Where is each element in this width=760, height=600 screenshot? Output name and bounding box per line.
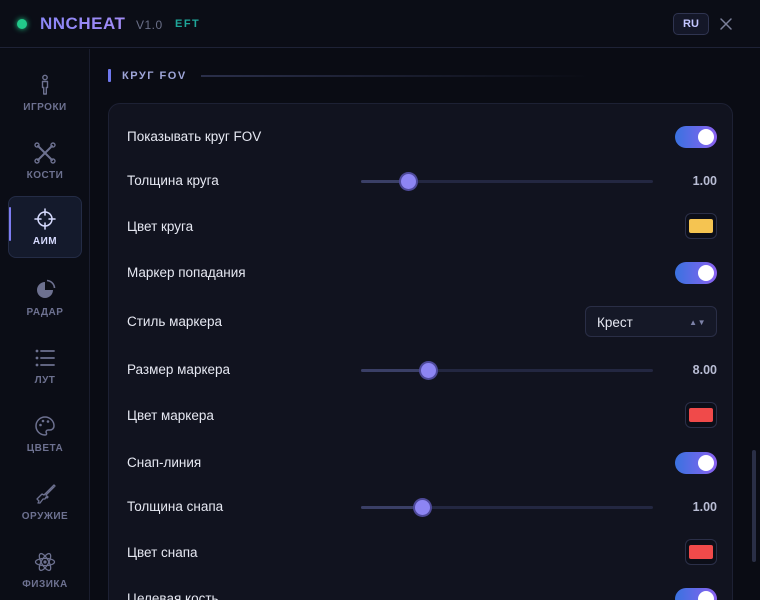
- slider-fill: [361, 506, 423, 509]
- slider-fill: [361, 369, 429, 372]
- slider-value: 1.00: [692, 174, 717, 188]
- sidebar-item-label: ЛУТ: [34, 375, 56, 386]
- sidebar-item-label: РАДАР: [26, 307, 64, 318]
- setting-snap-thickness: Толщина снапа 1.00: [127, 492, 717, 522]
- language-button[interactable]: RU: [673, 13, 709, 35]
- setting-label: Целевая кость: [127, 591, 219, 600]
- setting-snap-line: Снап-линия: [127, 448, 717, 478]
- active-indicator: [9, 207, 11, 241]
- setting-snap-color: Цвет снапа: [127, 538, 717, 568]
- person-icon: [41, 74, 49, 95]
- status-indicator: [17, 19, 27, 29]
- sidebar-item-weapons[interactable]: ОРУЖИЕ: [8, 471, 82, 533]
- select-value: Крест: [597, 315, 633, 330]
- sidebar-item-label: ИГРОКИ: [23, 102, 67, 113]
- toggle-knob: [698, 591, 714, 600]
- settings-panel: Показывать круг FOV Толщина круга 1.00 Ц…: [108, 103, 733, 600]
- section-divider: [201, 75, 591, 77]
- slider-handle[interactable]: [415, 500, 431, 515]
- toggle-knob: [698, 455, 714, 471]
- color-swatch: [689, 545, 713, 559]
- slider-handle[interactable]: [421, 363, 437, 378]
- close-icon: [720, 18, 732, 30]
- slider-handle[interactable]: [400, 174, 416, 189]
- app-title: NNCHEAT: [40, 14, 126, 33]
- setting-label: Цвет маркера: [127, 408, 214, 423]
- setting-target-bone: Целевая кость: [127, 584, 717, 600]
- target-bone-toggle[interactable]: [675, 588, 717, 600]
- select-arrows-icon: ▲▼: [689, 318, 706, 327]
- marker-size-slider[interactable]: [361, 363, 653, 378]
- setting-label: Толщина снапа: [127, 499, 224, 514]
- scrollbar-thumb[interactable]: [752, 450, 756, 562]
- setting-marker-size: Размер маркера 8.00: [127, 355, 717, 385]
- section-title: КРУГ FOV: [122, 70, 187, 82]
- setting-hit-marker: Маркер попадания: [127, 258, 717, 288]
- app-version: V1.0: [136, 18, 163, 32]
- snap-line-toggle[interactable]: [675, 452, 717, 474]
- sidebar-item-label: ОРУЖИЕ: [21, 511, 69, 522]
- sidebar-item-loot[interactable]: ЛУТ: [8, 335, 82, 397]
- sidebar-item-bones[interactable]: КОСТИ: [8, 130, 82, 192]
- setting-show-fov: Показывать круг FOV: [127, 122, 717, 152]
- marker-style-select[interactable]: Крест ▲▼: [585, 306, 717, 337]
- setting-label: Показывать круг FOV: [127, 129, 262, 144]
- bones-icon: [34, 142, 56, 164]
- setting-label: Толщина круга: [127, 173, 219, 188]
- snap-thickness-slider[interactable]: [361, 500, 653, 515]
- setting-circle-thickness: Толщина круга 1.00: [127, 166, 717, 196]
- hit-marker-toggle[interactable]: [675, 262, 717, 284]
- show-fov-toggle[interactable]: [675, 126, 717, 148]
- setting-marker-color: Цвет маркера: [127, 401, 717, 431]
- sidebar: ИГРОКИ КОСТИ АИМ РАДАР ЛУТ ЦВЕТА ОРУЖИЕ …: [0, 49, 90, 600]
- circle-color-picker[interactable]: [685, 213, 717, 239]
- toggle-knob: [698, 265, 714, 281]
- sidebar-item-physics[interactable]: ФИЗИКА: [8, 539, 82, 600]
- setting-label: Цвет круга: [127, 219, 194, 234]
- main-content: КРУГ FOV Показывать круг FOV Толщина кру…: [91, 49, 760, 600]
- setting-label: Маркер попадания: [127, 265, 246, 280]
- palette-icon: [35, 416, 55, 436]
- setting-label: Снап-линия: [127, 455, 202, 470]
- sidebar-item-colors[interactable]: ЦВЕТА: [8, 403, 82, 465]
- setting-marker-style: Стиль маркера Крест ▲▼: [127, 306, 717, 337]
- setting-label: Цвет снапа: [127, 545, 198, 560]
- slider-value: 8.00: [692, 363, 717, 377]
- crosshair-icon: [34, 208, 56, 230]
- color-swatch: [689, 408, 713, 422]
- marker-color-picker[interactable]: [685, 402, 717, 428]
- toggle-knob: [698, 129, 714, 145]
- sidebar-item-radar[interactable]: РАДАР: [8, 267, 82, 329]
- setting-circle-color: Цвет круга: [127, 212, 717, 242]
- sidebar-item-label: КОСТИ: [26, 170, 64, 181]
- slider-value: 1.00: [692, 500, 717, 514]
- list-icon: [35, 349, 55, 367]
- radar-icon: [37, 279, 56, 298]
- setting-label: Стиль маркера: [127, 314, 223, 329]
- sidebar-item-label: АИМ: [32, 236, 58, 247]
- sidebar-item-players[interactable]: ИГРОКИ: [8, 62, 82, 124]
- sidebar-item-aim[interactable]: АИМ: [8, 196, 82, 258]
- title-bar: NNCHEAT V1.0 EFT RU: [0, 0, 760, 48]
- rifle-icon: [36, 484, 56, 504]
- game-tag: EFT: [175, 18, 201, 30]
- circle-thickness-slider[interactable]: [361, 174, 653, 189]
- section-accent: [108, 69, 111, 82]
- sidebar-item-label: ФИЗИКА: [22, 579, 68, 590]
- color-swatch: [689, 219, 713, 233]
- setting-label: Размер маркера: [127, 362, 231, 377]
- atom-icon: [34, 552, 56, 572]
- snap-color-picker[interactable]: [685, 539, 717, 565]
- sidebar-item-label: ЦВЕТА: [26, 443, 64, 454]
- close-button[interactable]: [716, 14, 736, 34]
